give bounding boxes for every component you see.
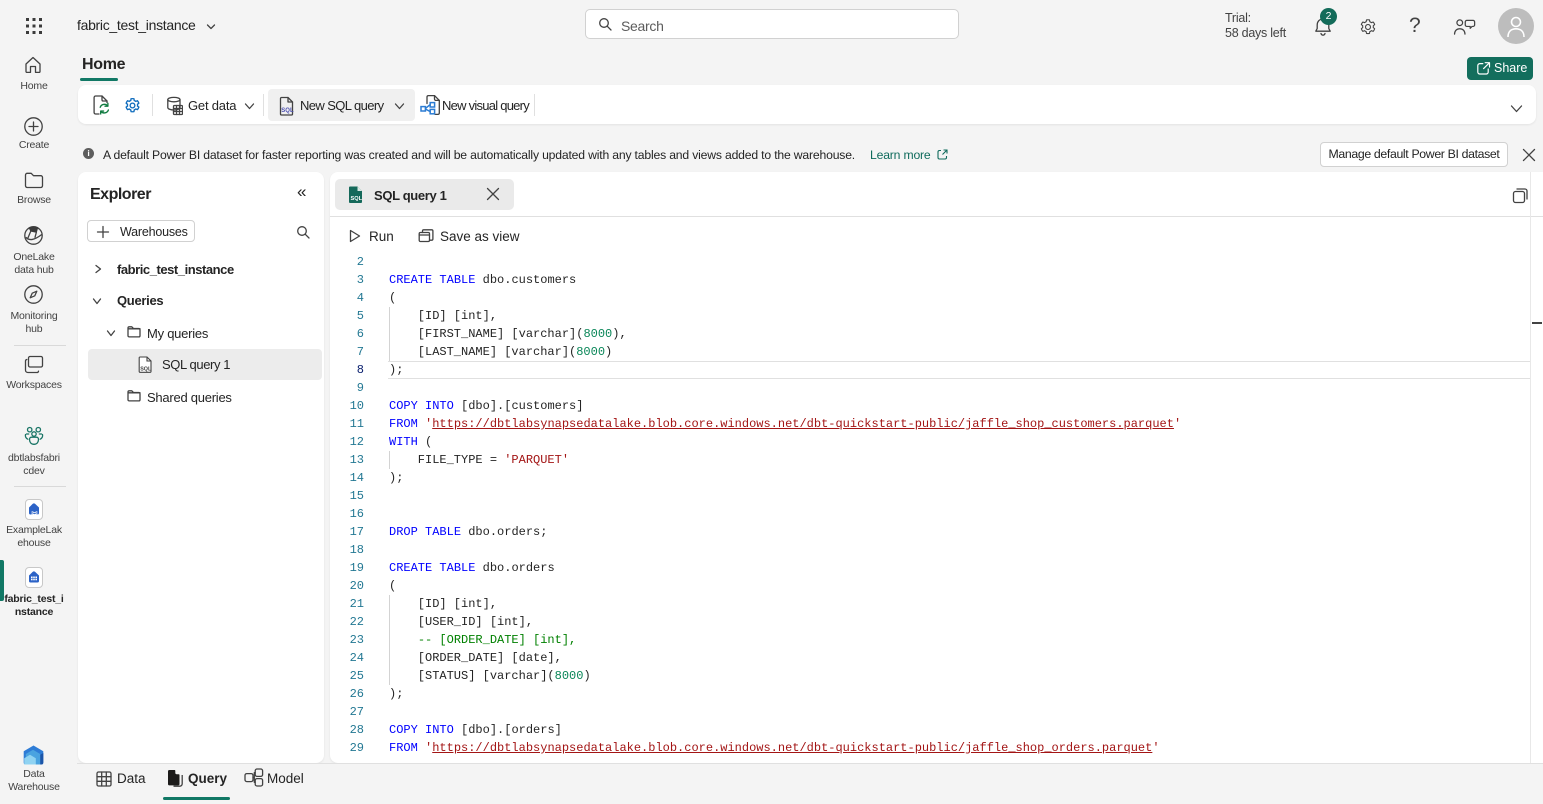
svg-text:SQL: SQL <box>140 367 152 373</box>
svg-text:SQL: SQL <box>281 108 294 114</box>
svg-text:SQL: SQL <box>351 196 363 202</box>
